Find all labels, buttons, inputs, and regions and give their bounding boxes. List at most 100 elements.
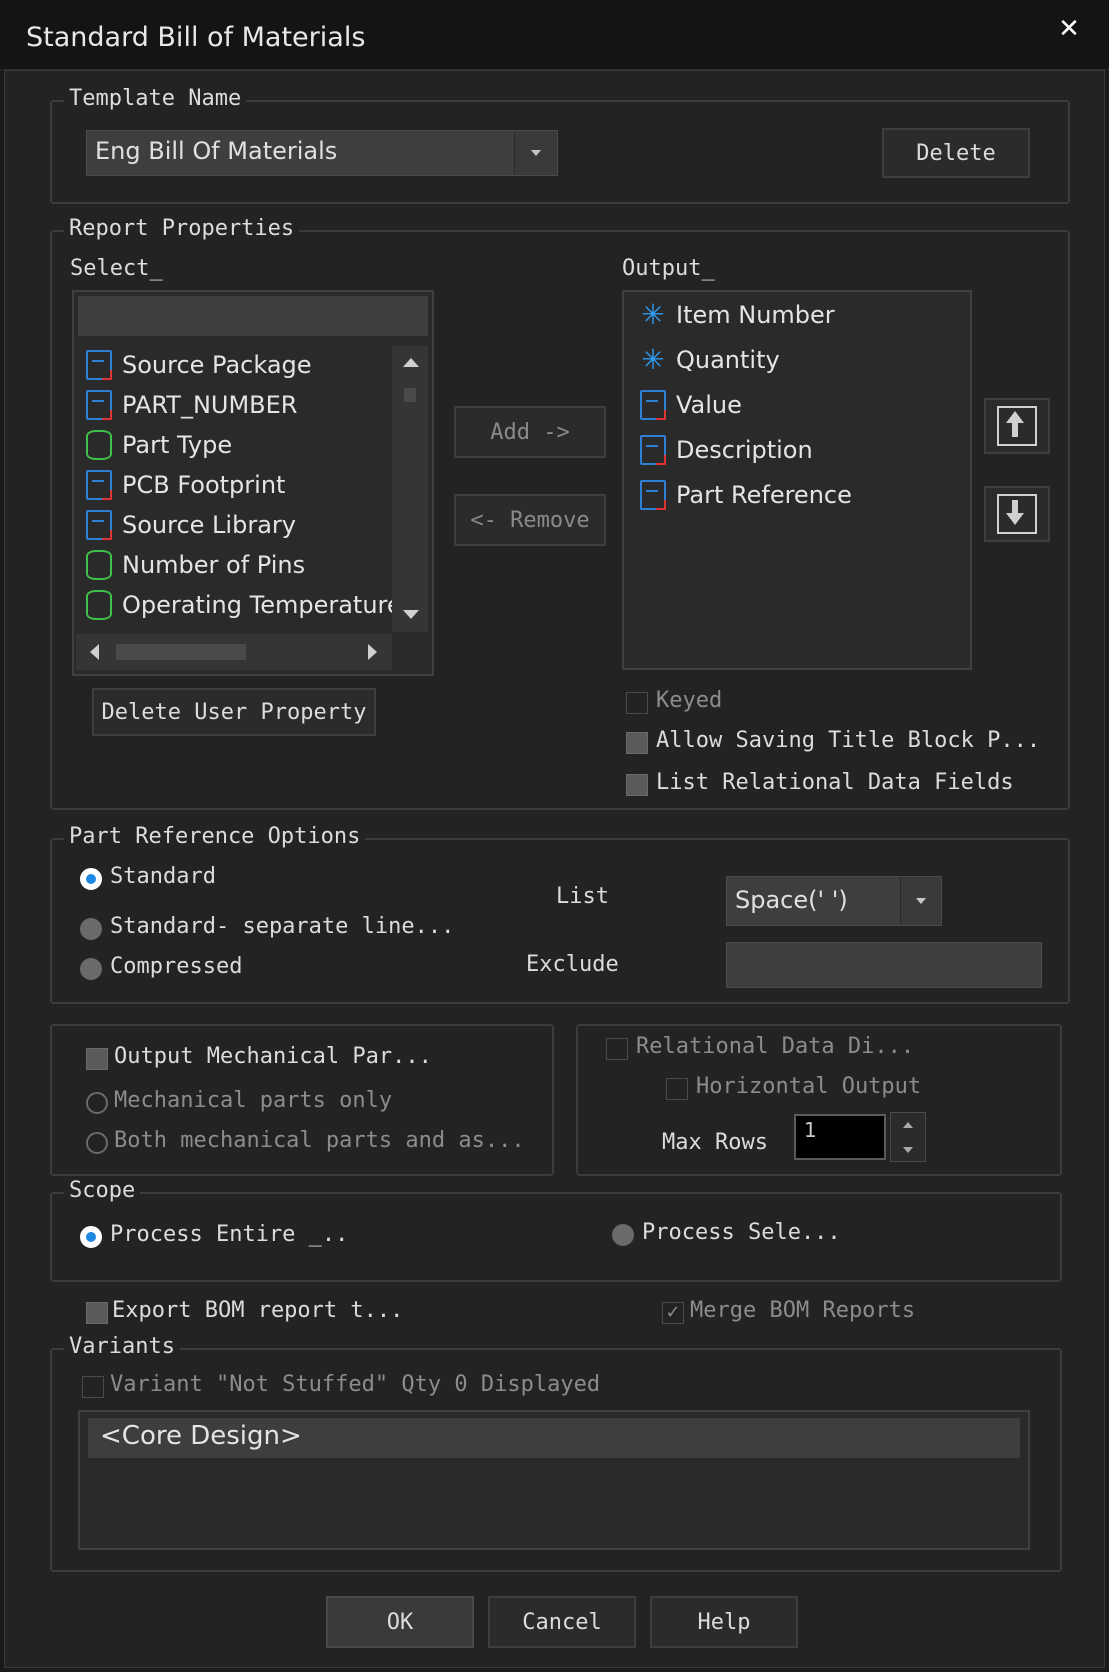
keyed-checkbox[interactable] — [626, 692, 648, 714]
scope-legend: Scope — [64, 1178, 141, 1203]
close-icon[interactable]: ✕ — [1052, 12, 1086, 46]
add-button[interactable]: Add -> — [454, 406, 606, 458]
list-item[interactable]: PART_NUMBER — [86, 386, 297, 424]
list-item[interactable]: Source Package — [86, 346, 312, 384]
output-mechanical-label: Output Mechanical Par... — [114, 1044, 432, 1069]
select-label: Select_ — [70, 256, 163, 281]
template-name-combo[interactable]: Eng Bill Of Materials — [86, 130, 558, 176]
list-relational-checkbox[interactable] — [626, 774, 648, 796]
max-rows-input[interactable]: 1 — [794, 1114, 886, 1160]
part-reference-legend: Part Reference Options — [64, 824, 366, 849]
process-entire-radio[interactable] — [80, 1226, 102, 1248]
compressed-label: Compressed — [110, 954, 243, 979]
max-rows-label: Max Rows — [662, 1130, 768, 1155]
list-separator-value: Space(' ') — [735, 886, 848, 914]
exclude-input[interactable] — [726, 942, 1042, 988]
output-list[interactable]: ✳ Item Number ✳ Quantity Value Description… — [622, 290, 972, 670]
exclude-label: Exclude — [526, 952, 619, 977]
star-icon: ✳ — [641, 343, 665, 376]
database-icon — [86, 550, 112, 580]
template-name-value: Eng Bill Of Materials — [95, 137, 338, 165]
spin-up-icon[interactable] — [903, 1122, 913, 1128]
compressed-radio[interactable] — [80, 958, 102, 980]
list-item[interactable]: Part Reference — [640, 476, 852, 514]
spin-down-icon[interactable] — [903, 1147, 913, 1153]
list-item[interactable]: Part Type — [86, 426, 232, 464]
max-rows-spinner[interactable] — [890, 1112, 926, 1162]
list-separator-combo[interactable]: Space(' ') — [726, 876, 942, 926]
window-title: Standard Bill of Materials — [26, 22, 366, 53]
property-doc-icon — [86, 470, 112, 500]
chevron-down-icon[interactable] — [900, 877, 941, 925]
allow-saving-label: Allow Saving Title Block P... — [656, 728, 1041, 753]
process-selection-radio[interactable] — [612, 1224, 634, 1246]
list-item[interactable]: Number of Pins — [86, 546, 305, 584]
output-label: Output_ — [622, 256, 715, 281]
output-mechanical-checkbox[interactable] — [86, 1048, 108, 1070]
scroll-thumb[interactable] — [404, 388, 416, 402]
list-item[interactable]: ✳ Item Number — [640, 296, 834, 334]
scroll-right-icon[interactable] — [368, 644, 377, 660]
select-list[interactable]: Source Package PART_NUMBER Part Type PCB… — [76, 346, 392, 632]
report-properties-legend: Report Properties — [64, 216, 300, 241]
merge-bom-label: Merge BOM Reports — [690, 1298, 916, 1323]
export-bom-checkbox[interactable] — [86, 1302, 108, 1324]
template-name-legend: Template Name — [64, 86, 247, 111]
chevron-down-icon[interactable] — [514, 131, 557, 175]
scroll-left-icon[interactable] — [90, 644, 99, 660]
scroll-up-icon[interactable] — [403, 358, 419, 367]
list-item[interactable]: Value — [640, 386, 742, 424]
list-item[interactable]: Description — [640, 431, 813, 469]
ok-button[interactable]: OK — [326, 1596, 474, 1648]
arrow-up-icon — [997, 406, 1037, 446]
merge-bom-checkbox[interactable]: ✓ — [662, 1302, 684, 1324]
select-horizontal-scrollbar[interactable] — [76, 634, 392, 670]
scroll-thumb[interactable] — [116, 644, 246, 660]
property-doc-icon — [86, 510, 112, 540]
delete-template-button[interactable]: Delete — [882, 128, 1030, 178]
variants-legend: Variants — [64, 1334, 180, 1359]
allow-saving-checkbox[interactable] — [626, 732, 648, 754]
select-vertical-scrollbar[interactable] — [392, 346, 428, 632]
list-item[interactable]: <Core Design> — [88, 1418, 1020, 1458]
property-doc-icon — [86, 390, 112, 420]
help-button[interactable]: Help — [650, 1596, 798, 1648]
list-relational-label: List Relational Data Fields — [656, 770, 1014, 795]
database-icon — [86, 590, 112, 620]
property-doc-icon — [640, 435, 666, 465]
standard-radio[interactable] — [80, 868, 102, 890]
standard-separate-radio[interactable] — [80, 918, 102, 940]
remove-button[interactable]: <- Remove — [454, 494, 606, 546]
horizontal-output-label: Horizontal Output — [696, 1074, 922, 1099]
property-doc-icon — [640, 390, 666, 420]
relational-display-checkbox[interactable] — [606, 1038, 628, 1060]
list-item[interactable]: Source Library — [86, 506, 296, 544]
relational-display-label: Relational Data Di... — [636, 1034, 915, 1059]
standard-label: Standard — [110, 864, 216, 889]
cancel-button[interactable]: Cancel — [488, 1596, 636, 1648]
property-doc-icon — [86, 350, 112, 380]
star-icon: ✳ — [641, 298, 665, 331]
list-item[interactable]: Operating Temperature M — [86, 586, 392, 624]
mechanical-only-label: Mechanical parts only — [114, 1088, 393, 1113]
process-selection-label: Process Sele... — [642, 1220, 841, 1245]
move-up-button[interactable] — [984, 398, 1050, 454]
both-mechanical-label: Both mechanical parts and as... — [114, 1128, 525, 1153]
variants-list[interactable]: <Core Design> — [78, 1410, 1030, 1550]
variant-not-stuffed-checkbox[interactable] — [82, 1376, 104, 1398]
property-doc-icon — [640, 480, 666, 510]
database-icon — [86, 430, 112, 460]
list-label: List — [556, 884, 609, 909]
both-mechanical-radio[interactable] — [86, 1132, 108, 1154]
scroll-down-icon[interactable] — [403, 610, 419, 619]
arrow-down-icon — [997, 494, 1037, 534]
delete-user-property-button[interactable]: Delete User Property — [92, 688, 376, 736]
keyed-label: Keyed — [656, 688, 723, 713]
select-filter-input[interactable] — [78, 296, 428, 336]
process-entire-label: Process Entire _.. — [110, 1222, 349, 1247]
mechanical-only-radio[interactable] — [86, 1092, 108, 1114]
move-down-button[interactable] — [984, 486, 1050, 542]
horizontal-output-checkbox[interactable] — [666, 1078, 688, 1100]
list-item[interactable]: PCB Footprint — [86, 466, 285, 504]
list-item[interactable]: ✳ Quantity — [640, 341, 779, 379]
